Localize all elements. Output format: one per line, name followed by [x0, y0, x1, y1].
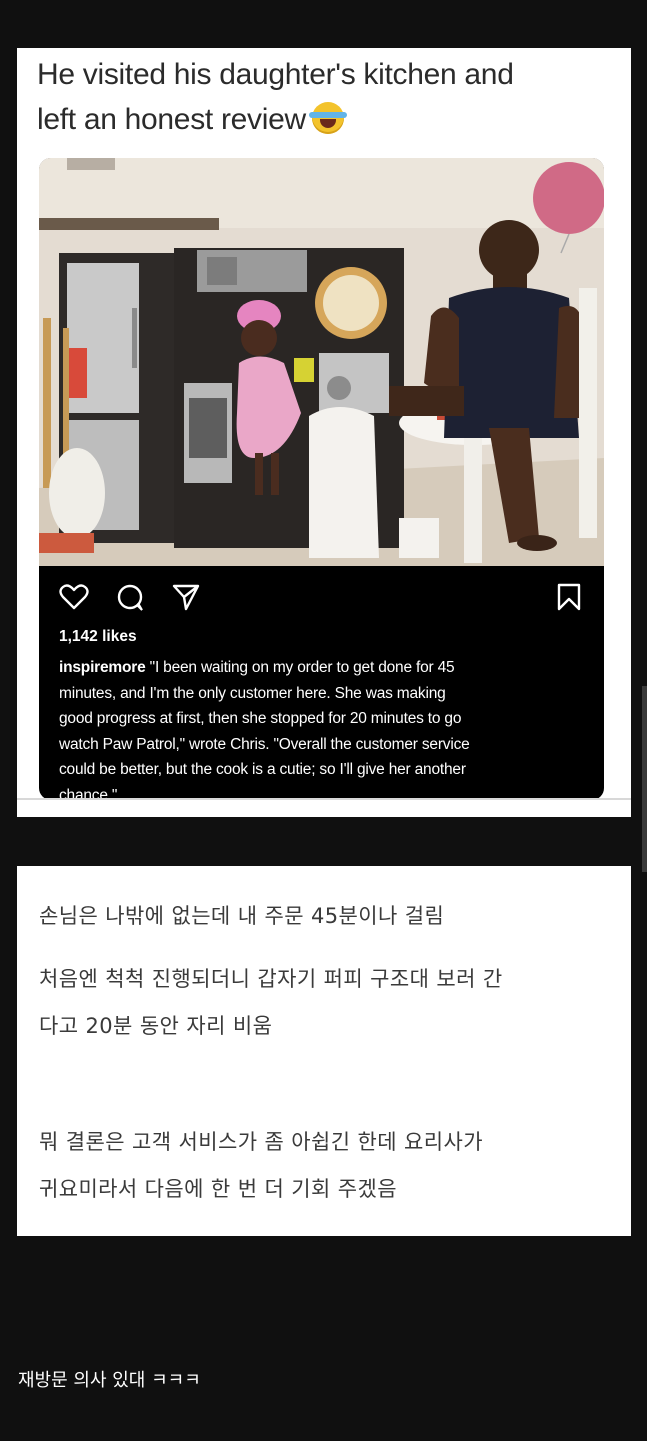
translation-line-5: 귀요미라서 다음에 한 번 더 기회 주겠음 — [39, 1177, 397, 1201]
caption-line-2: minutes, and I'm the only customer here.… — [59, 684, 446, 702]
footer-comment: 재방문 의사 있대 ㅋㅋㅋ — [18, 1370, 201, 1391]
likes-count[interactable]: 1,142 likes — [59, 628, 137, 646]
headline-line-2: left an honest review — [37, 103, 306, 136]
comment-icon[interactable] — [115, 582, 145, 612]
translation-line-2: 처음엔 척척 진행되더니 갑자기 퍼피 구조대 보러 간 — [39, 967, 503, 991]
instagram-post: 1,142 likes inspiremore "I been waiting … — [39, 158, 604, 800]
translation-line-3: 다고 20분 동안 자리 비움 — [39, 1014, 273, 1038]
caption-line-5: could be better, but the cook is a cutie… — [59, 761, 466, 778]
translation-line-4: 뭐 결론은 고객 서비스가 좀 아쉽긴 한데 요리사가 — [39, 1130, 483, 1154]
laughing-emoji-icon — [308, 102, 347, 134]
headline-line-1: He visited his daughter's kitchen and — [37, 58, 514, 91]
meme-card: He visited his daughter's kitchen and le… — [17, 48, 631, 817]
caption-line-3: good progress at first, then she stopped… — [59, 710, 462, 727]
heart-icon[interactable] — [59, 582, 89, 612]
post-actions — [59, 582, 584, 616]
caption-line-4: watch Paw Patrol," wrote Chris. "Overall… — [59, 735, 470, 753]
divider — [17, 798, 631, 800]
meme-headline: He visited his daughter's kitchen and le… — [37, 52, 617, 142]
post-caption: inspiremore "I been waiting on my order … — [59, 655, 579, 800]
post-username[interactable]: inspiremore — [59, 659, 146, 676]
bookmark-icon[interactable] — [554, 582, 584, 612]
translation-card: 손님은 나밖에 없는데 내 주문 45분이나 걸림 처음엔 척척 진행되더니 갑… — [17, 866, 631, 1236]
caption-line-1: "I been waiting on my order to get done … — [145, 659, 455, 676]
share-icon[interactable] — [171, 582, 201, 612]
translation-line-1: 손님은 나밖에 없는데 내 주문 45분이나 걸림 — [39, 904, 445, 928]
scrollbar[interactable] — [642, 686, 647, 872]
post-photo — [39, 158, 604, 566]
